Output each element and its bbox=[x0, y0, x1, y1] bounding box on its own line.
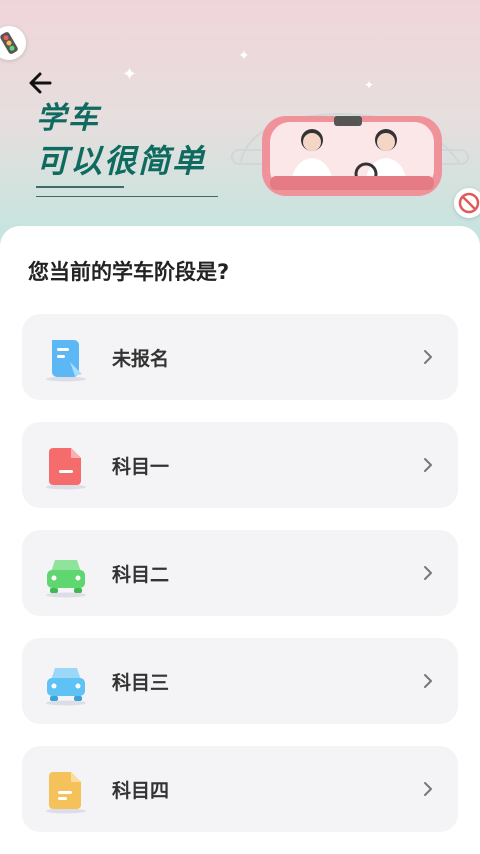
chevron-right-icon bbox=[424, 566, 432, 580]
car-icon bbox=[46, 668, 86, 706]
no-entry-icon bbox=[454, 188, 480, 218]
chevron-right-icon bbox=[424, 782, 432, 796]
file-icon bbox=[46, 448, 86, 490]
slogan-line-2: 可以很简单 bbox=[36, 142, 207, 180]
option-label: 科目二 bbox=[112, 564, 170, 586]
hero-banner: ✦ ✦ ✦ 学车 可以很简单 bbox=[0, 0, 480, 260]
car-icon bbox=[46, 560, 86, 598]
file-icon bbox=[46, 772, 86, 814]
option-subject-two[interactable]: 科目二 bbox=[22, 530, 458, 616]
chevron-right-icon bbox=[424, 458, 432, 472]
question-title: 您当前的学车阶段是? bbox=[28, 260, 230, 284]
slogan-underline bbox=[36, 196, 218, 197]
traffic-light-icon bbox=[0, 26, 26, 60]
sparkle-icon: ✦ bbox=[364, 78, 375, 92]
slogan-line-1: 学车 bbox=[36, 101, 100, 136]
option-label: 未报名 bbox=[112, 348, 170, 370]
option-subject-four[interactable]: 科目四 bbox=[22, 746, 458, 832]
option-label: 科目一 bbox=[112, 456, 170, 478]
option-subject-three[interactable]: 科目三 bbox=[22, 638, 458, 724]
option-not-registered[interactable]: 未报名 bbox=[22, 314, 458, 400]
sparkle-icon: ✦ bbox=[122, 64, 138, 85]
option-subject-one[interactable]: 科目一 bbox=[22, 422, 458, 508]
back-arrow-icon[interactable] bbox=[24, 66, 58, 100]
slogan-underline bbox=[36, 186, 124, 188]
chevron-right-icon bbox=[424, 674, 432, 688]
document-icon bbox=[46, 340, 86, 382]
slogan: 学车 可以很简单 bbox=[36, 100, 206, 182]
option-label: 科目三 bbox=[112, 672, 170, 694]
app-screen: ✦ ✦ ✦ 学车 可以很简单 您当前的学车阶段是? 未报名 科目一 科目二 科目… bbox=[0, 0, 480, 854]
chevron-right-icon bbox=[424, 350, 432, 364]
car-illustration bbox=[231, 112, 469, 196]
sparkle-icon: ✦ bbox=[238, 48, 250, 64]
option-label: 科目四 bbox=[112, 780, 170, 802]
